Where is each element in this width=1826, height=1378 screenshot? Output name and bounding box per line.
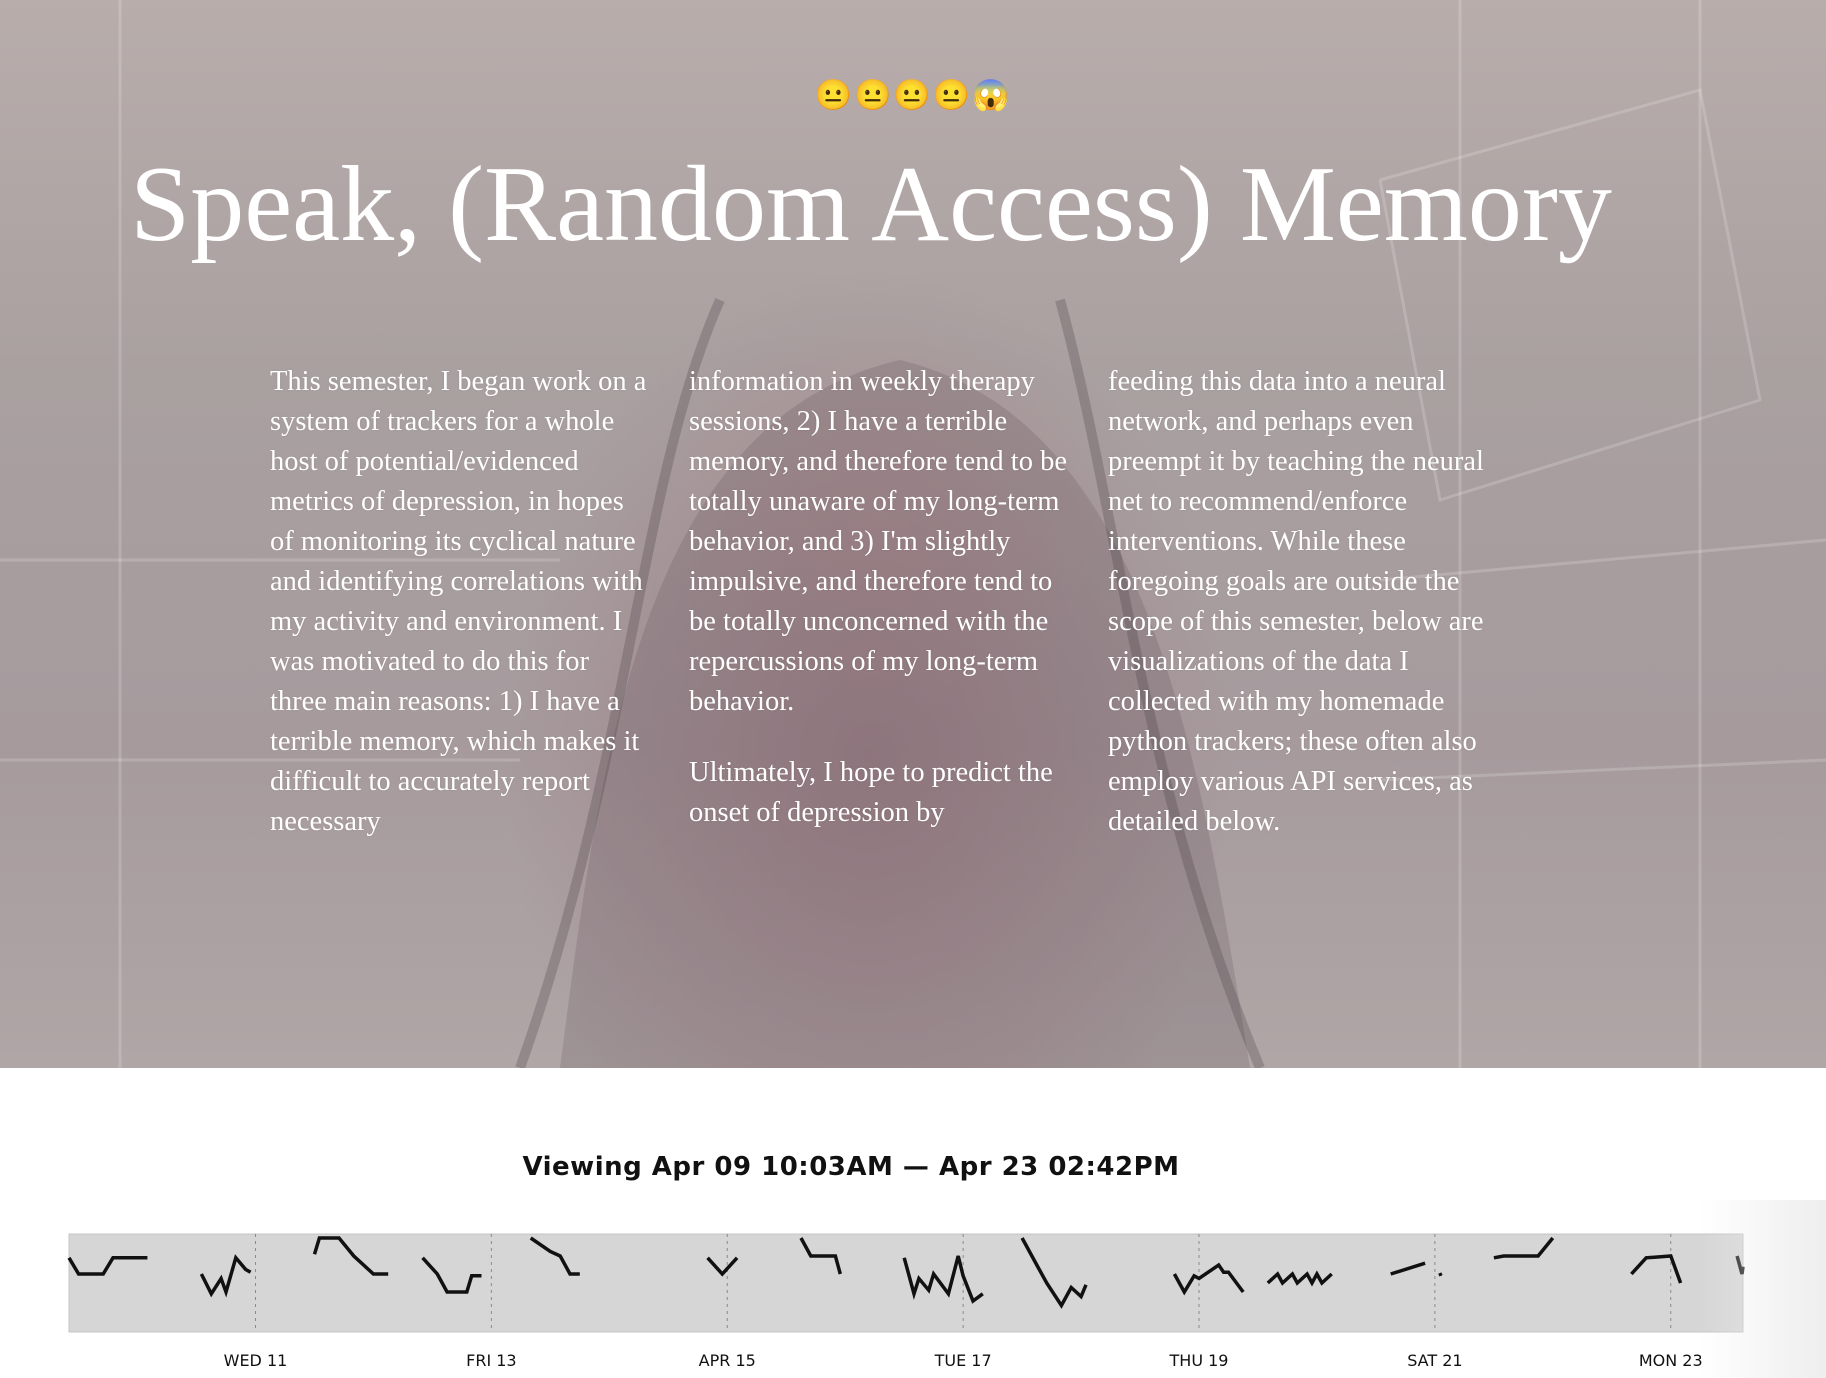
- intro-paragraph: Ultimately, I hope to predict the onset …: [689, 757, 1053, 828]
- intro-paragraph: information in weekly therapy sessions, …: [689, 366, 1068, 717]
- mood-timeline-chart[interactable]: WED 11 FRI 13 APR 15 TUE 17 THU 19 SAT 21 MON …: [0, 1220, 1826, 1378]
- x-tick-label: THU 19: [1169, 1351, 1229, 1370]
- hero-banner: 😐😐😐😐😱 Speak, (Random Access) Memory This…: [0, 0, 1826, 1068]
- intro-column-2: information in weekly therapy sessions, …: [689, 362, 1069, 833]
- intro-paragraph: This semester, I began work on a system …: [270, 366, 647, 837]
- intro-column-3: feeding this data into a neural network,…: [1108, 362, 1488, 842]
- x-tick-label: APR 15: [699, 1351, 756, 1370]
- mood-emoji-row: 😐😐😐😐😱: [814, 78, 1012, 113]
- viewing-range-label: Viewing Apr 09 10:03AM — Apr 23 02:42PM: [522, 1152, 1180, 1182]
- x-tick-label: TUE 17: [934, 1351, 992, 1370]
- mood-series-line: [1438, 1272, 1443, 1277]
- page-title: Speak, (Random Access) Memory: [130, 145, 1612, 264]
- x-tick-label: MON 23: [1639, 1351, 1703, 1370]
- x-tick-label: FRI 13: [466, 1351, 516, 1370]
- intro-column-1: This semester, I began work on a system …: [270, 362, 650, 842]
- scroll-edge-fade: [1700, 1200, 1826, 1378]
- timeline-band[interactable]: [68, 1233, 1744, 1333]
- x-tick-label: SAT 21: [1407, 1351, 1462, 1370]
- x-tick-label: WED 11: [224, 1351, 288, 1370]
- intro-paragraph: feeding this data into a neural network,…: [1108, 366, 1484, 837]
